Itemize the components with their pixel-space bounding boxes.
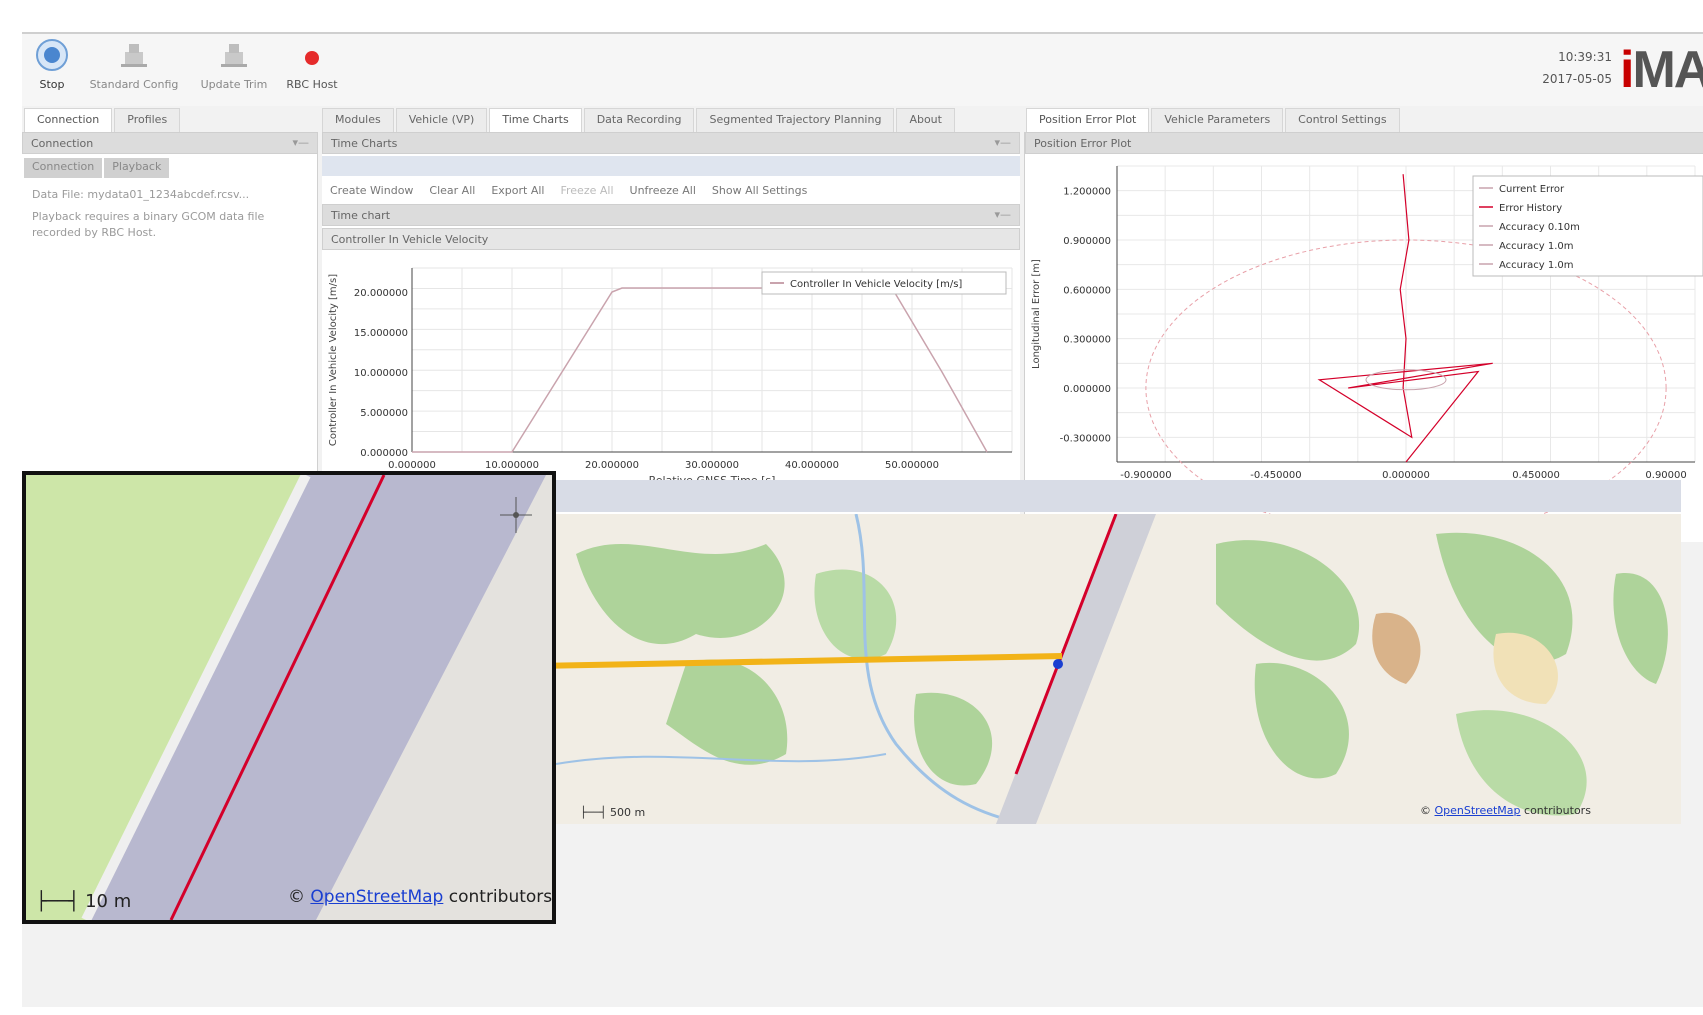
openstreetmap-link[interactable]: OpenStreetMap: [310, 887, 443, 907]
inset-scale-bar: ├──┤ 10 m: [36, 891, 132, 912]
map-zoom-inset: ├──┤ 10 m © OpenStreetMap contributors: [22, 471, 556, 924]
application-window: Stop Standard Config Update Trim RBC Hos…: [22, 32, 1703, 1007]
inset-canvas: [26, 475, 552, 920]
inset-attribution: © OpenStreetMap contributors: [288, 887, 553, 907]
